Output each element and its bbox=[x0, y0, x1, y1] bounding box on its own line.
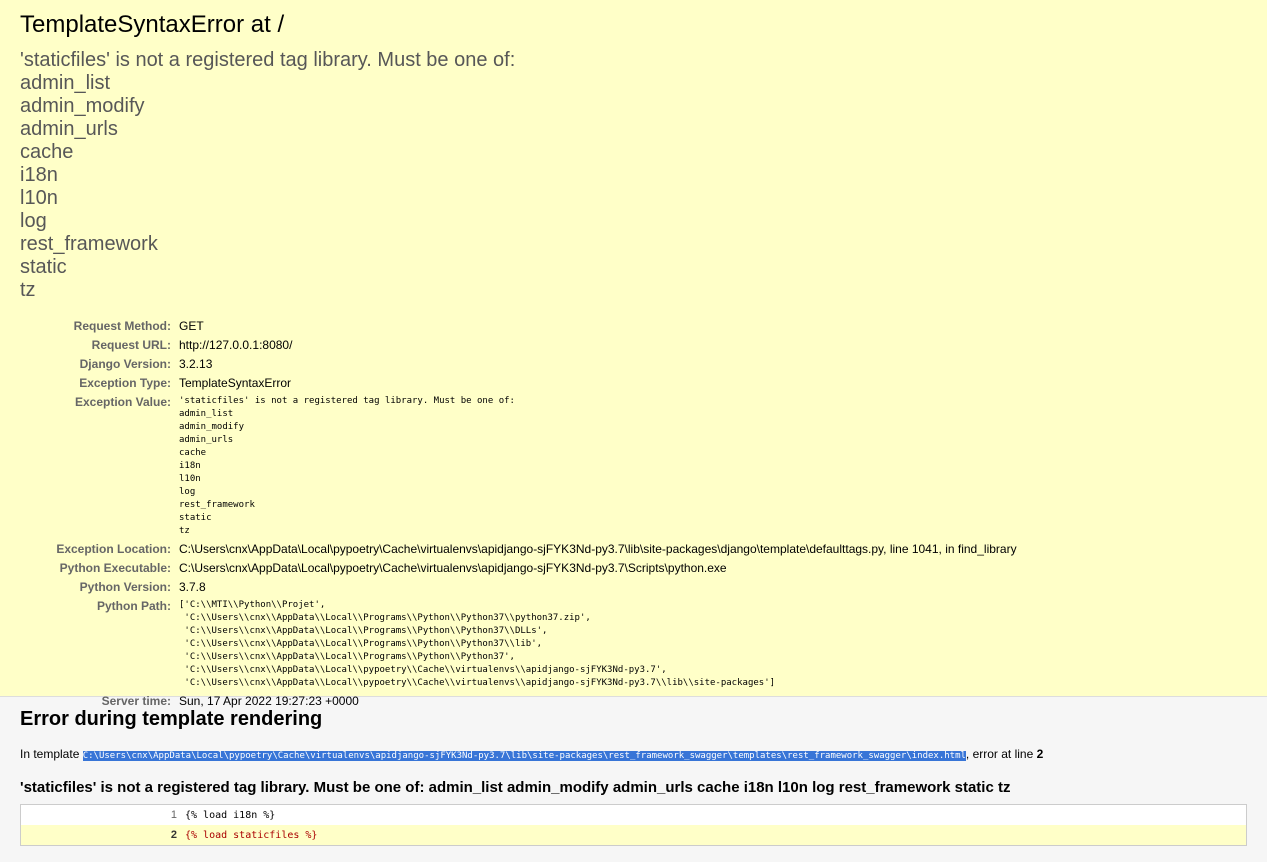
exception-line: admin_list bbox=[20, 72, 111, 94]
exception-line: 'staticfiles' is not a registered tag li… bbox=[20, 49, 516, 71]
meta-label: Request Method: bbox=[73, 319, 171, 333]
exception-line: rest_framework bbox=[20, 233, 158, 255]
meta-row-python-path: Python Path: ['C:\\MTI\\Python\\Projet',… bbox=[20, 597, 1017, 692]
meta-label: Request URL: bbox=[91, 338, 171, 352]
meta-row-python-executable: Python Executable: C:\Users\cnx\AppData\… bbox=[20, 559, 1017, 578]
meta-label: Python Version: bbox=[79, 580, 171, 594]
exception-line: i18n bbox=[20, 164, 58, 186]
exception-line: tz bbox=[20, 279, 36, 301]
exception-value-heading: 'staticfiles' is not a registered tag li… bbox=[20, 49, 1247, 302]
meta-row-python-version: Python Version: 3.7.8 bbox=[20, 578, 1017, 597]
meta-value: 3.7.8 bbox=[179, 580, 206, 594]
template-error-section: Error during template rendering In templ… bbox=[0, 697, 1267, 862]
page-title: TemplateSyntaxError at / bbox=[20, 11, 285, 38]
meta-value: TemplateSyntaxError bbox=[179, 376, 292, 390]
meta-label: Django Version: bbox=[79, 357, 171, 371]
template-error-message: 'staticfiles' is not a registered tag li… bbox=[20, 779, 1011, 796]
exception-line: static bbox=[20, 256, 67, 278]
error-line-number: 2 bbox=[1036, 747, 1044, 761]
meta-label: Exception Value: bbox=[74, 395, 171, 409]
template-path[interactable]: C:\Users\cnx\AppData\Local\pypoetry\Cach… bbox=[82, 751, 966, 761]
meta-label: Exception Location: bbox=[56, 542, 171, 556]
exception-line: log bbox=[20, 210, 47, 232]
request-meta-table: Request Method: GET Request URL: http://… bbox=[20, 317, 1017, 711]
source-line: 1 {% load i18n %} bbox=[21, 805, 1247, 826]
meta-value: ['C:\\MTI\\Python\\Projet', 'C:\\Users\\… bbox=[179, 600, 776, 688]
meta-label: Python Executable: bbox=[59, 561, 171, 575]
template-source-table: 1 {% load i18n %} 2 {% load staticfiles … bbox=[20, 804, 1247, 846]
exception-line: cache bbox=[20, 141, 74, 163]
exception-line: admin_modify bbox=[20, 95, 145, 117]
exception-line: admin_urls bbox=[20, 118, 118, 140]
template-info: In template C:\Users\cnx\AppData\Local\p… bbox=[20, 746, 1247, 764]
meta-value: C:\Users\cnx\AppData\Local\pypoetry\Cach… bbox=[179, 561, 727, 575]
source-line-code: {% load i18n %} bbox=[185, 809, 276, 821]
meta-row-django-version: Django Version: 3.2.13 bbox=[20, 355, 1017, 374]
meta-value: 3.2.13 bbox=[179, 357, 213, 371]
meta-value: GET bbox=[179, 319, 204, 333]
summary-section: TemplateSyntaxError at / 'staticfiles' i… bbox=[0, 0, 1267, 708]
error-at-line-text: , error at line bbox=[965, 747, 1037, 761]
meta-row-request-url: Request URL: http://127.0.0.1:8080/ bbox=[20, 336, 1017, 355]
source-line-error: 2 {% load staticfiles %} bbox=[20, 825, 1247, 846]
meta-value: C:\Users\cnx\AppData\Local\pypoetry\Cach… bbox=[179, 542, 1017, 556]
meta-label: Exception Type: bbox=[79, 376, 171, 390]
meta-row-request-method: Request Method: GET bbox=[20, 317, 1017, 336]
meta-value: http://127.0.0.1:8080/ bbox=[179, 338, 293, 352]
meta-label: Python Path: bbox=[97, 599, 171, 613]
exception-line: l10n bbox=[20, 187, 58, 209]
source-line-number: 1 bbox=[170, 809, 177, 821]
source-line-number: 2 bbox=[170, 829, 177, 841]
meta-row-exception-location: Exception Location: C:\Users\cnx\AppData… bbox=[20, 540, 1017, 559]
meta-value: 'staticfiles' is not a registered tag li… bbox=[179, 396, 515, 536]
meta-row-exception-type: Exception Type: TemplateSyntaxError bbox=[20, 374, 1017, 393]
in-template-prefix: In template bbox=[20, 747, 83, 761]
source-line-code: {% load staticfiles %} bbox=[185, 829, 318, 841]
meta-row-exception-value: Exception Value: 'staticfiles' is not a … bbox=[20, 393, 1017, 540]
template-error-heading: Error during template rendering bbox=[20, 708, 323, 730]
